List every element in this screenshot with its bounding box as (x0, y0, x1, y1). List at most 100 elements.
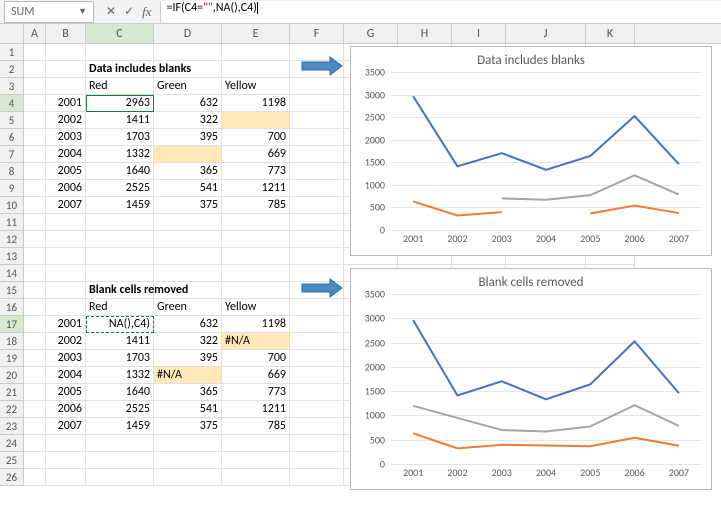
cell[interactable] (222, 112, 290, 129)
cell[interactable] (290, 299, 344, 316)
col-header[interactable]: H (398, 24, 452, 43)
cell[interactable] (222, 214, 290, 231)
confirm-icon[interactable]: ✓ (124, 4, 134, 19)
row-header[interactable]: 2 (0, 61, 24, 78)
cell[interactable] (154, 146, 222, 163)
cell[interactable]: 669 (222, 146, 290, 163)
cell[interactable] (290, 180, 344, 197)
cell[interactable]: 1198 (222, 95, 290, 112)
cell[interactable]: 2004 (46, 146, 86, 163)
cell[interactable]: 1411 (86, 112, 154, 129)
cell[interactable]: 1640 (86, 163, 154, 180)
row-header[interactable]: 18 (0, 333, 24, 350)
cell[interactable]: 541 (154, 180, 222, 197)
cell[interactable] (290, 95, 344, 112)
cell[interactable]: 785 (222, 197, 290, 214)
col-header[interactable]: C (86, 24, 154, 43)
cell[interactable] (24, 350, 46, 367)
row-header[interactable]: 14 (0, 265, 24, 282)
cancel-icon[interactable]: ✕ (106, 4, 116, 19)
cell[interactable]: Data includes blanks (86, 61, 154, 78)
row-header[interactable]: 26 (0, 469, 24, 486)
cell[interactable]: #N/A (154, 367, 222, 384)
cell[interactable] (46, 44, 86, 61)
cell[interactable] (24, 248, 46, 265)
select-all-corner[interactable] (0, 24, 24, 43)
cell[interactable]: 1332 (86, 367, 154, 384)
cell[interactable]: 1211 (222, 180, 290, 197)
cell[interactable] (290, 214, 344, 231)
cell[interactable] (222, 452, 290, 469)
cell[interactable] (46, 265, 86, 282)
cell[interactable] (46, 78, 86, 95)
cell[interactable] (24, 214, 46, 231)
cell[interactable] (86, 435, 154, 452)
cell[interactable]: 2007 (46, 197, 86, 214)
cell[interactable] (222, 469, 290, 486)
row-header[interactable]: 10 (0, 197, 24, 214)
cell[interactable]: 322 (154, 333, 222, 350)
cell[interactable] (86, 44, 154, 61)
cell[interactable]: 2963 (86, 95, 154, 112)
cell[interactable] (290, 112, 344, 129)
cell[interactable]: 1411 (86, 333, 154, 350)
cell[interactable] (86, 248, 154, 265)
cell[interactable] (24, 418, 46, 435)
cell[interactable]: 773 (222, 384, 290, 401)
cell[interactable] (222, 44, 290, 61)
name-box[interactable]: SUM ▼ (4, 1, 94, 23)
cell[interactable]: 365 (154, 163, 222, 180)
cell[interactable]: 375 (154, 197, 222, 214)
cell[interactable] (24, 44, 46, 61)
cell[interactable] (154, 452, 222, 469)
cell[interactable] (290, 146, 344, 163)
cell[interactable] (46, 435, 86, 452)
cell[interactable] (222, 435, 290, 452)
cell[interactable]: 395 (154, 350, 222, 367)
cell[interactable] (46, 61, 86, 78)
cell[interactable]: Red (86, 78, 154, 95)
row-header[interactable]: 7 (0, 146, 24, 163)
col-header[interactable]: I (452, 24, 506, 43)
col-header[interactable]: E (222, 24, 290, 43)
cell[interactable] (24, 231, 46, 248)
row-header[interactable]: 19 (0, 350, 24, 367)
cell[interactable] (222, 248, 290, 265)
cell[interactable] (46, 299, 86, 316)
chart-blanks-removed[interactable]: Blank cells removed 05001000150020002500… (350, 268, 712, 490)
cell[interactable] (290, 316, 344, 333)
cell[interactable] (24, 265, 46, 282)
cell[interactable] (46, 248, 86, 265)
cell[interactable]: Green (154, 299, 222, 316)
chevron-down-icon[interactable]: ▼ (78, 6, 87, 17)
col-header[interactable]: F (290, 24, 344, 43)
row-header[interactable]: 21 (0, 384, 24, 401)
cell[interactable]: 632 (154, 316, 222, 333)
cell[interactable]: 2525 (86, 401, 154, 418)
cell[interactable]: 2004 (46, 367, 86, 384)
cell[interactable] (86, 214, 154, 231)
cell[interactable] (46, 282, 86, 299)
cell[interactable] (24, 299, 46, 316)
cell[interactable] (290, 469, 344, 486)
cell[interactable] (154, 435, 222, 452)
cell[interactable] (154, 44, 222, 61)
col-header[interactable]: B (46, 24, 86, 43)
cell[interactable]: 1703 (86, 129, 154, 146)
cell[interactable] (86, 231, 154, 248)
col-header[interactable]: D (154, 24, 222, 43)
cell[interactable] (290, 418, 344, 435)
cell[interactable] (46, 469, 86, 486)
cell[interactable] (222, 282, 290, 299)
formula-input[interactable]: =IF(C4="",NA(),C4) (160, 1, 721, 23)
row-header[interactable]: 8 (0, 163, 24, 180)
cell[interactable]: 1332 (86, 146, 154, 163)
cell[interactable]: 2005 (46, 163, 86, 180)
row-header[interactable]: 13 (0, 248, 24, 265)
row-header[interactable]: 25 (0, 452, 24, 469)
cell[interactable]: 1459 (86, 418, 154, 435)
row-header[interactable]: 20 (0, 367, 24, 384)
cell[interactable]: Blank cells removed (86, 282, 154, 299)
row-header[interactable]: 6 (0, 129, 24, 146)
cell[interactable] (290, 129, 344, 146)
